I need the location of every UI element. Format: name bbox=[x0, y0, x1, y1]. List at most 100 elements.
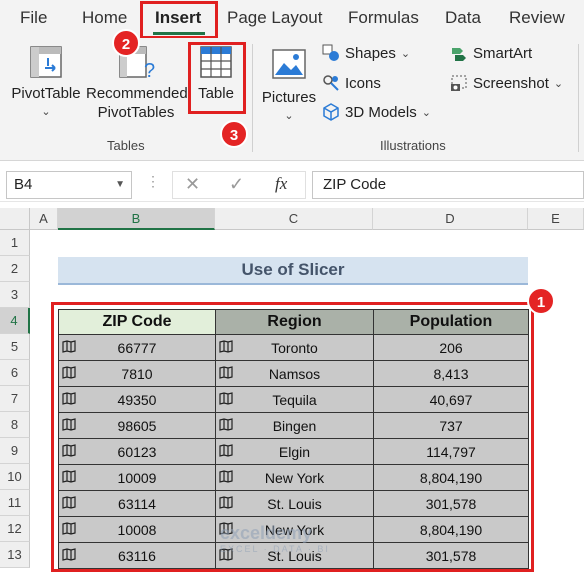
map-icon bbox=[62, 340, 76, 356]
row-header[interactable]: 4 bbox=[0, 308, 30, 334]
name-box[interactable]: B4 ▼ bbox=[6, 171, 132, 199]
shapes-button[interactable]: Shapes ⌄ bbox=[322, 44, 410, 62]
zip-cell[interactable]: 60123 bbox=[58, 438, 216, 465]
population-cell[interactable]: 737 bbox=[373, 412, 529, 439]
map-icon bbox=[62, 392, 76, 408]
region-cell[interactable]: St. Louis bbox=[215, 490, 374, 517]
zip-value: 60123 bbox=[117, 443, 157, 460]
enter-icon[interactable]: ✓ bbox=[229, 174, 244, 195]
tab-insert[interactable]: Insert bbox=[155, 8, 201, 28]
pivot-table-icon bbox=[30, 46, 62, 78]
population-cell[interactable]: 8,804,190 bbox=[373, 516, 529, 543]
row-header[interactable]: 6 bbox=[0, 360, 30, 386]
header-zip-code[interactable]: ZIP Code bbox=[58, 309, 216, 335]
row-header[interactable]: 5 bbox=[0, 334, 30, 360]
zip-cell[interactable]: 10008 bbox=[58, 516, 216, 543]
tab-home[interactable]: Home bbox=[82, 8, 127, 28]
chevron-down-icon: ⌄ bbox=[421, 106, 431, 119]
zip-cell[interactable]: 7810 bbox=[58, 360, 216, 387]
screenshot-button[interactable]: Screenshot ⌄ bbox=[450, 74, 563, 92]
region-cell[interactable]: Tequila bbox=[215, 386, 374, 413]
cancel-icon[interactable]: ✕ bbox=[185, 174, 200, 195]
formula-input[interactable]: ZIP Code bbox=[312, 171, 584, 199]
map-icon bbox=[62, 418, 76, 434]
worksheet-grid[interactable]: A B C D E 1 2 3 4 5 6 7 8 9 10 11 12 13 … bbox=[0, 208, 584, 573]
zip-cell[interactable]: 49350 bbox=[58, 386, 216, 413]
zip-value: 7810 bbox=[121, 365, 153, 382]
row-header[interactable]: 9 bbox=[0, 438, 30, 464]
3d-models-button[interactable]: 3D Models ⌄ bbox=[322, 103, 431, 121]
select-all-corner[interactable] bbox=[0, 208, 30, 230]
region-value: New York bbox=[264, 469, 325, 486]
pivot-table-button[interactable]: PivotTable ⌄ bbox=[10, 44, 82, 122]
screenshot-label: Screenshot bbox=[473, 74, 549, 92]
population-cell[interactable]: 40,697 bbox=[373, 386, 529, 413]
zip-cell[interactable]: 63116 bbox=[58, 542, 216, 569]
tab-page-layout[interactable]: Page Layout bbox=[227, 8, 322, 28]
map-icon bbox=[219, 392, 233, 408]
column-header-e[interactable]: E bbox=[528, 208, 584, 230]
region-cell[interactable]: Bingen bbox=[215, 412, 374, 439]
row-header[interactable]: 13 bbox=[0, 542, 30, 568]
zip-value: 10009 bbox=[117, 469, 157, 486]
population-cell[interactable]: 206 bbox=[373, 334, 529, 361]
region-cell[interactable]: New York bbox=[215, 464, 374, 491]
column-header-c[interactable]: C bbox=[215, 208, 373, 230]
picture-icon bbox=[272, 49, 306, 79]
map-icon bbox=[219, 496, 233, 512]
row-header[interactable]: 1 bbox=[0, 230, 30, 256]
row-header[interactable]: 7 bbox=[0, 386, 30, 412]
zip-cell[interactable]: 63114 bbox=[58, 490, 216, 517]
chevron-down-icon: ⌄ bbox=[400, 47, 411, 60]
region-value: Toronto bbox=[271, 339, 318, 356]
row-header[interactable]: 10 bbox=[0, 464, 30, 490]
header-population[interactable]: Population bbox=[373, 309, 529, 335]
pivot-table-label: PivotTable bbox=[11, 85, 81, 102]
icons-button[interactable]: Icons bbox=[322, 74, 381, 92]
map-icon bbox=[219, 340, 233, 356]
column-header-d[interactable]: D bbox=[373, 208, 528, 230]
row-header[interactable]: 12 bbox=[0, 516, 30, 542]
chevron-down-icon[interactable]: ▼ bbox=[115, 179, 125, 190]
population-cell[interactable]: 301,578 bbox=[373, 490, 529, 517]
pictures-button[interactable]: Pictures ⌄ bbox=[260, 48, 318, 126]
row-header[interactable]: 8 bbox=[0, 412, 30, 438]
map-icon bbox=[62, 444, 76, 460]
zip-cell[interactable]: 10009 bbox=[58, 464, 216, 491]
zip-cell[interactable]: 98605 bbox=[58, 412, 216, 439]
row-header[interactable]: 3 bbox=[0, 282, 30, 308]
insert-function-icon[interactable]: fx bbox=[275, 174, 287, 194]
zip-value: 66777 bbox=[117, 339, 157, 356]
region-cell[interactable]: Toronto bbox=[215, 334, 374, 361]
population-cell[interactable]: 114,797 bbox=[373, 438, 529, 465]
shapes-icon bbox=[322, 44, 339, 61]
population-cell[interactable]: 8,413 bbox=[373, 360, 529, 387]
region-cell[interactable]: Elgin bbox=[215, 438, 374, 465]
recommended-pivottables-button[interactable]: ? Recommended PivotTables bbox=[86, 44, 188, 122]
table-icon bbox=[200, 46, 232, 78]
active-tab-underline bbox=[153, 32, 205, 35]
sheet-title[interactable]: Use of Slicer bbox=[58, 257, 528, 285]
icons-icon bbox=[323, 75, 339, 91]
row-header[interactable]: 11 bbox=[0, 490, 30, 516]
population-cell[interactable]: 8,804,190 bbox=[373, 464, 529, 491]
tab-formulas[interactable]: Formulas bbox=[348, 8, 419, 28]
row-header[interactable]: 2 bbox=[0, 256, 30, 282]
header-region[interactable]: Region bbox=[215, 309, 374, 335]
illustrations-group-label: Illustrations bbox=[380, 138, 446, 153]
table-button[interactable]: Table bbox=[190, 44, 242, 103]
chevron-down-icon: ⌄ bbox=[41, 106, 51, 118]
smartart-button[interactable]: SmartArt bbox=[450, 44, 532, 62]
region-cell[interactable]: Namsos bbox=[215, 360, 374, 387]
zip-cell[interactable]: 66777 bbox=[58, 334, 216, 361]
tab-file[interactable]: File bbox=[20, 8, 47, 28]
3d-models-label: 3D Models bbox=[345, 103, 417, 121]
population-cell[interactable]: 301,578 bbox=[373, 542, 529, 569]
region-value: St. Louis bbox=[267, 495, 322, 512]
svg-text:?: ? bbox=[144, 60, 155, 80]
tab-review[interactable]: Review bbox=[509, 8, 565, 28]
tab-data[interactable]: Data bbox=[445, 8, 481, 28]
map-icon bbox=[62, 366, 76, 382]
column-header-a[interactable]: A bbox=[30, 208, 58, 230]
column-header-b[interactable]: B bbox=[58, 208, 215, 230]
